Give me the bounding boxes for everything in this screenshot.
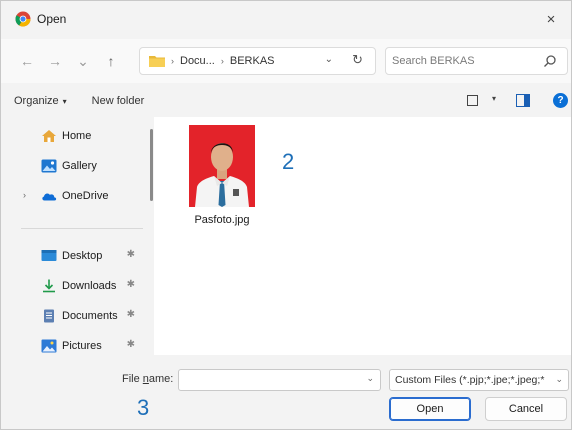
organize-button[interactable]: Organize ▾ — [14, 95, 67, 107]
search-input[interactable]: Search BERKAS — [385, 47, 568, 75]
preview-pane-icon[interactable] — [516, 94, 530, 107]
sidebar-item-documents[interactable]: Documents ✱ — [1, 303, 149, 329]
sidebar-item-label: Desktop — [62, 250, 103, 262]
pin-icon[interactable]: ✱ — [127, 339, 135, 350]
view-dropdown-icon[interactable]: ▾ — [492, 94, 496, 103]
sidebar-item-label: Home — [62, 130, 92, 142]
help-icon[interactable]: ? — [553, 93, 568, 108]
sidebar-item-home[interactable]: Home — [1, 123, 149, 149]
refresh-icon[interactable]: ↻ — [352, 52, 363, 68]
home-icon — [42, 130, 56, 142]
annotation-marker: 2 — [282, 149, 295, 174]
file-name-input[interactable]: ⌄ — [178, 369, 381, 391]
chrome-icon — [15, 11, 31, 27]
sidebar-item-label: Pictures — [62, 340, 102, 352]
sidebar-item-label: Downloads — [62, 280, 117, 292]
sidebar-item-label: Documents — [62, 310, 118, 322]
search-icon — [544, 55, 556, 67]
close-icon: × — [546, 10, 556, 28]
photo-thumbnail-icon — [189, 125, 255, 207]
file-type-select[interactable]: Custom Files (*.pjp;*.jpe;*.jpeg;* ⌄ — [389, 369, 569, 391]
address-dropdown-icon[interactable]: ⌄ — [325, 54, 333, 65]
sidebar-item-onedrive[interactable]: › OneDrive — [1, 183, 149, 209]
nav-divider — [21, 228, 143, 229]
file-item-pasfoto[interactable]: Pasfoto.jpg — [182, 123, 262, 233]
annotation-marker: 3 — [137, 395, 150, 420]
gallery-icon — [41, 159, 57, 173]
sidebar-item-downloads[interactable]: Downloads ✱ — [1, 273, 149, 299]
pin-icon[interactable]: ✱ — [127, 249, 135, 260]
pin-icon[interactable]: ✱ — [127, 279, 135, 290]
breadcrumb-documents[interactable]: Docu... — [180, 55, 215, 67]
file-type-value: Custom Files (*.pjp;*.jpe;*.jpeg;* — [395, 374, 545, 386]
forward-button[interactable]: → — [43, 49, 67, 73]
pin-icon[interactable]: ✱ — [127, 309, 135, 320]
open-button[interactable]: Open — [389, 397, 471, 421]
file-name-label-suffix: ame: — [148, 373, 174, 385]
recent-locations-button[interactable]: ⌄ — [71, 49, 95, 73]
downloads-icon — [43, 279, 55, 293]
title-bar: Open × — [1, 1, 571, 37]
folder-icon — [149, 56, 165, 67]
arrow-right-icon: → — [48, 53, 62, 69]
up-button[interactable]: ↑ — [99, 49, 123, 73]
window-title: Open — [37, 12, 67, 26]
view-mode-icon[interactable] — [467, 95, 478, 106]
new-folder-button[interactable]: New folder — [92, 95, 145, 107]
desktop-icon — [41, 250, 57, 261]
expand-chevron-icon[interactable]: › — [23, 190, 26, 200]
command-bar: Organize ▾ New folder ▾ ? — [1, 85, 571, 117]
file-list[interactable]: Pasfoto.jpg 2 — [154, 117, 571, 355]
navigation-pane[interactable]: Home Gallery › OneDrive Desktop ✱ Downlo… — [1, 117, 154, 355]
pictures-icon — [41, 339, 57, 353]
bottom-panel: File name: ⌄ Custom Files (*.pjp;*.jpe;*… — [1, 355, 571, 429]
sidebar-item-desktop[interactable]: Desktop ✱ — [1, 243, 149, 269]
arrow-left-icon: ← — [20, 53, 34, 69]
file-name-label: Pasfoto.jpg — [194, 214, 250, 226]
breadcrumb-berkas[interactable]: BERKAS — [230, 55, 275, 67]
organize-label: Organize — [14, 95, 59, 107]
arrow-up-icon: ↑ — [107, 53, 115, 69]
onedrive-icon — [42, 193, 57, 201]
open-file-dialog: Open × ← → ⌄ ↑ › Docu... › BERKAS ⌄ ↻ Se… — [0, 0, 572, 430]
documents-icon — [44, 309, 54, 323]
file-name-label-prefix: File — [122, 373, 143, 385]
search-placeholder: Search BERKAS — [392, 55, 475, 67]
address-row: ← → ⌄ ↑ › Docu... › BERKAS ⌄ ↻ Search BE… — [1, 39, 571, 83]
chevron-down-icon[interactable]: ⌄ — [366, 373, 374, 384]
chevron-down-icon: ⌄ — [77, 52, 89, 69]
scrollbar-thumb[interactable] — [150, 129, 153, 201]
chevron-down-icon: ⌄ — [555, 374, 563, 385]
sidebar-item-gallery[interactable]: Gallery — [1, 153, 149, 179]
sidebar-item-pictures[interactable]: Pictures ✱ — [1, 333, 149, 355]
sidebar-item-label: Gallery — [62, 160, 97, 172]
breadcrumb-separator: › — [220, 56, 224, 66]
breadcrumb-separator: › — [171, 56, 174, 66]
file-name-label: File name: — [122, 373, 173, 385]
sidebar-item-label: OneDrive — [62, 190, 109, 202]
caret-down-icon: ▾ — [62, 96, 67, 106]
close-button[interactable]: × — [531, 1, 571, 37]
cancel-button[interactable]: Cancel — [485, 397, 567, 421]
address-bar[interactable]: › Docu... › BERKAS ⌄ ↻ — [139, 47, 376, 75]
back-button[interactable]: ← — [15, 49, 39, 73]
